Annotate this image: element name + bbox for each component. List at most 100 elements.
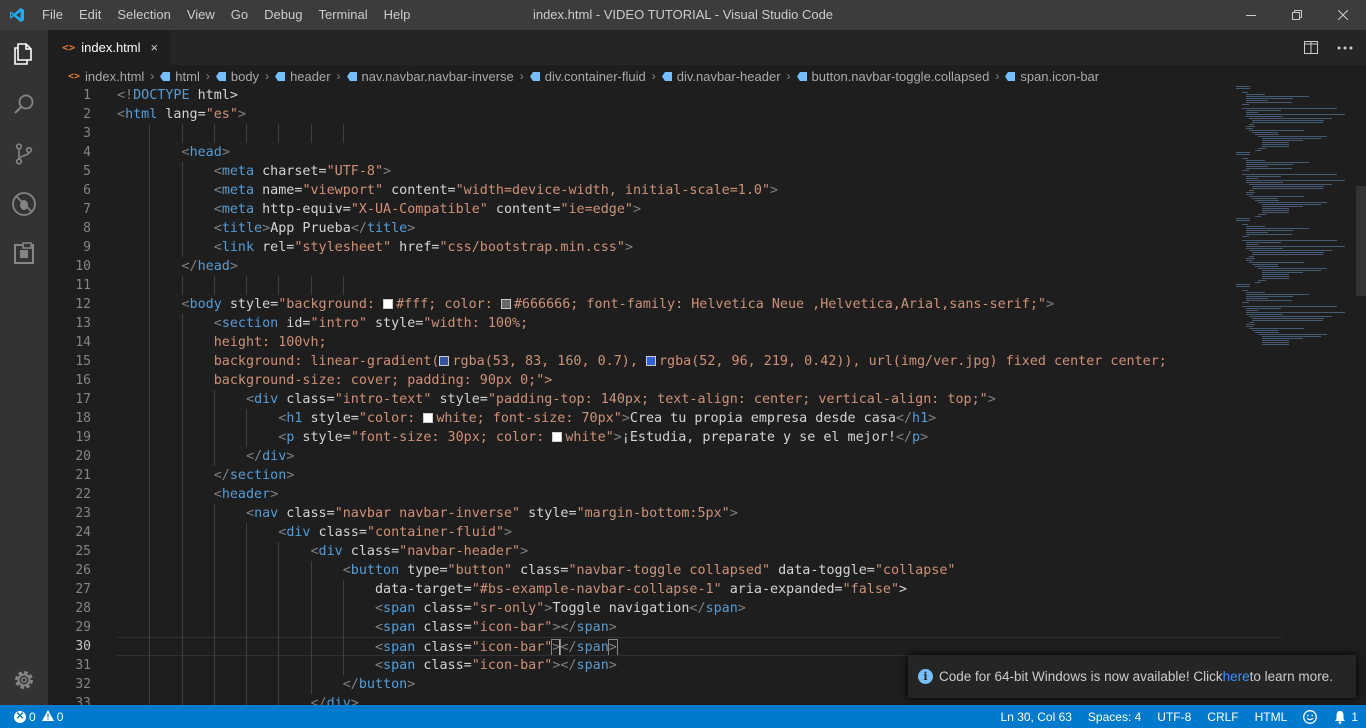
vertical-scrollbar[interactable] [1356, 86, 1366, 705]
indent-guide [278, 276, 280, 295]
code-line[interactable]: </head> [117, 257, 1232, 276]
minimap-line [1245, 234, 1293, 235]
breadcrumb-label: html [175, 68, 200, 84]
element-icon [275, 71, 286, 81]
code-line[interactable]: <header> [117, 485, 1232, 504]
minimap-line [1245, 244, 1259, 245]
code-line[interactable]: <section id="intro" style="width: 100%; [117, 314, 1232, 333]
end-of-line[interactable]: CRLF [1199, 705, 1246, 728]
more-actions-button[interactable] [1332, 30, 1358, 65]
breadcrumb-item[interactable]: html [160, 69, 200, 84]
minimap-line [1248, 118, 1333, 119]
indentation[interactable]: Spaces: 4 [1080, 705, 1149, 728]
breadcrumb-item[interactable]: body [215, 69, 259, 84]
encoding[interactable]: UTF-8 [1149, 705, 1199, 728]
extensions-button[interactable] [0, 230, 48, 278]
minimap-line [1242, 306, 1337, 307]
minimize-button[interactable] [1228, 0, 1274, 30]
code-line[interactable]: <meta name="viewport" content="width=dev… [117, 181, 1232, 200]
breadcrumb-item[interactable]: span.icon-bar [1005, 69, 1099, 84]
code-line[interactable]: <title>App Prueba</title> [117, 219, 1232, 238]
search-button[interactable] [0, 80, 48, 128]
breadcrumb-item[interactable]: div.container-fluid [529, 69, 646, 84]
code-line[interactable]: background: linear-gradient(rgba(53, 83,… [117, 352, 1232, 371]
problems-indicator[interactable]: ✕ 0 0 [0, 705, 63, 728]
code-line[interactable]: <span class="icon-bar"></span> [117, 637, 1282, 656]
menu-debug[interactable]: Debug [256, 0, 310, 30]
breadcrumb-item[interactable]: header [275, 69, 331, 84]
minimap-line [1248, 196, 1304, 197]
tab-close-icon[interactable]: × [151, 40, 159, 55]
breadcrumb-item[interactable]: div.navbar-header [661, 69, 781, 84]
code-line[interactable]: <head> [117, 143, 1232, 162]
scrollbar-thumb[interactable] [1356, 186, 1366, 296]
code-line[interactable]: <nav class="navbar navbar-inverse" style… [117, 504, 1232, 523]
code-line[interactable]: <!DOCTYPE html> [117, 86, 1232, 105]
code-line[interactable] [117, 276, 1232, 295]
breadcrumb-label: span.icon-bar [1020, 68, 1100, 84]
code-line[interactable]: <meta http-equiv="X-UA-Compatible" conte… [117, 200, 1232, 219]
minimap-line [1245, 300, 1293, 301]
manage-button[interactable] [0, 656, 48, 704]
code-line[interactable] [117, 124, 1232, 143]
minimap-line [1242, 240, 1337, 241]
code-line[interactable]: <button type="button" class="navbar-togg… [117, 561, 1232, 580]
minimap-line [1245, 116, 1284, 117]
code-line[interactable]: <div class="container-fluid"> [117, 523, 1232, 542]
restore-button[interactable] [1274, 0, 1320, 30]
tab-index-html[interactable]: <> index.html × [48, 30, 170, 65]
minimap-line [1242, 104, 1249, 105]
menu-terminal[interactable]: Terminal [310, 0, 375, 30]
source-control-button[interactable] [0, 130, 48, 178]
minimap-line [1252, 186, 1324, 187]
notification-link[interactable]: here [1223, 669, 1250, 684]
breadcrumb-item[interactable]: <> index.html [68, 69, 144, 84]
line-number: 30 [75, 639, 91, 654]
tabs-bar: <> index.html × [48, 30, 1366, 65]
menu-selection[interactable]: Selection [109, 0, 178, 30]
code-line[interactable]: data-target="#bs-example-navbar-collapse… [117, 580, 1232, 599]
menu-help[interactable]: Help [376, 0, 419, 30]
minimap[interactable] [1236, 86, 1356, 386]
code-line[interactable]: <meta charset="UTF-8"> [117, 162, 1232, 181]
minimap-line [1242, 290, 1248, 291]
language-mode[interactable]: HTML [1247, 705, 1296, 728]
line-number: 12 [75, 297, 91, 312]
minimap-line [1236, 284, 1250, 285]
code-line[interactable]: background-size: cover; padding: 90px 0;… [117, 371, 1232, 390]
minimap-line [1245, 294, 1309, 295]
breadcrumb-item[interactable]: button.navbar-toggle.collapsed [796, 69, 989, 84]
code-line[interactable]: <div class="navbar-header"> [117, 542, 1232, 561]
breadcrumb-item[interactable]: nav.navbar.navbar-inverse [346, 69, 514, 84]
code-line[interactable]: <p style="font-size: 30px; color: white"… [117, 428, 1232, 447]
code-line[interactable]: <div class="intro-text" style="padding-t… [117, 390, 1232, 409]
cursor-position[interactable]: Ln 30, Col 63 [993, 705, 1080, 728]
close-button[interactable] [1320, 0, 1366, 30]
menu-edit[interactable]: Edit [71, 0, 109, 30]
split-editor-button[interactable] [1298, 30, 1324, 65]
code-line[interactable]: <link rel="stylesheet" href="css/bootstr… [117, 238, 1232, 257]
code-line[interactable]: </div> [117, 447, 1232, 466]
debug-button[interactable] [0, 180, 48, 228]
minimap-line [1245, 260, 1253, 261]
menu-file[interactable]: File [34, 0, 71, 30]
chevron-right-icon: › [265, 69, 270, 83]
code-line[interactable]: <h1 style="color: white; font-size: 70px… [117, 409, 1232, 428]
code-lines[interactable]: <!DOCTYPE html> <html lang="es"> <head> <… [117, 86, 1282, 705]
info-icon: i [918, 669, 933, 684]
menu-view[interactable]: View [179, 0, 223, 30]
feedback-button[interactable] [1295, 705, 1325, 728]
code-line[interactable]: <span class="sr-only">Toggle navigation<… [117, 599, 1232, 618]
code-editor[interactable]: 1 2 3 4 5 6 7 8 9 10 11 12 13 14 15 16 17 18 19 20 21 22 23 24 2… [48, 86, 1366, 705]
menu-go[interactable]: Go [223, 0, 256, 30]
code-line[interactable]: <span class="icon-bar"></span> [117, 618, 1232, 637]
minimap-line [1261, 210, 1289, 211]
explorer-button[interactable] [0, 30, 48, 78]
code-line[interactable]: <html lang="es"> [117, 105, 1232, 124]
code-line[interactable]: <body style="background: #fff; color: #6… [117, 295, 1232, 314]
minimap-line [1248, 190, 1255, 191]
minimap-line [1252, 188, 1324, 189]
code-line[interactable]: height: 100vh; [117, 333, 1232, 352]
notifications-button[interactable]: 1 [1325, 705, 1366, 728]
code-line[interactable]: </section> [117, 466, 1232, 485]
